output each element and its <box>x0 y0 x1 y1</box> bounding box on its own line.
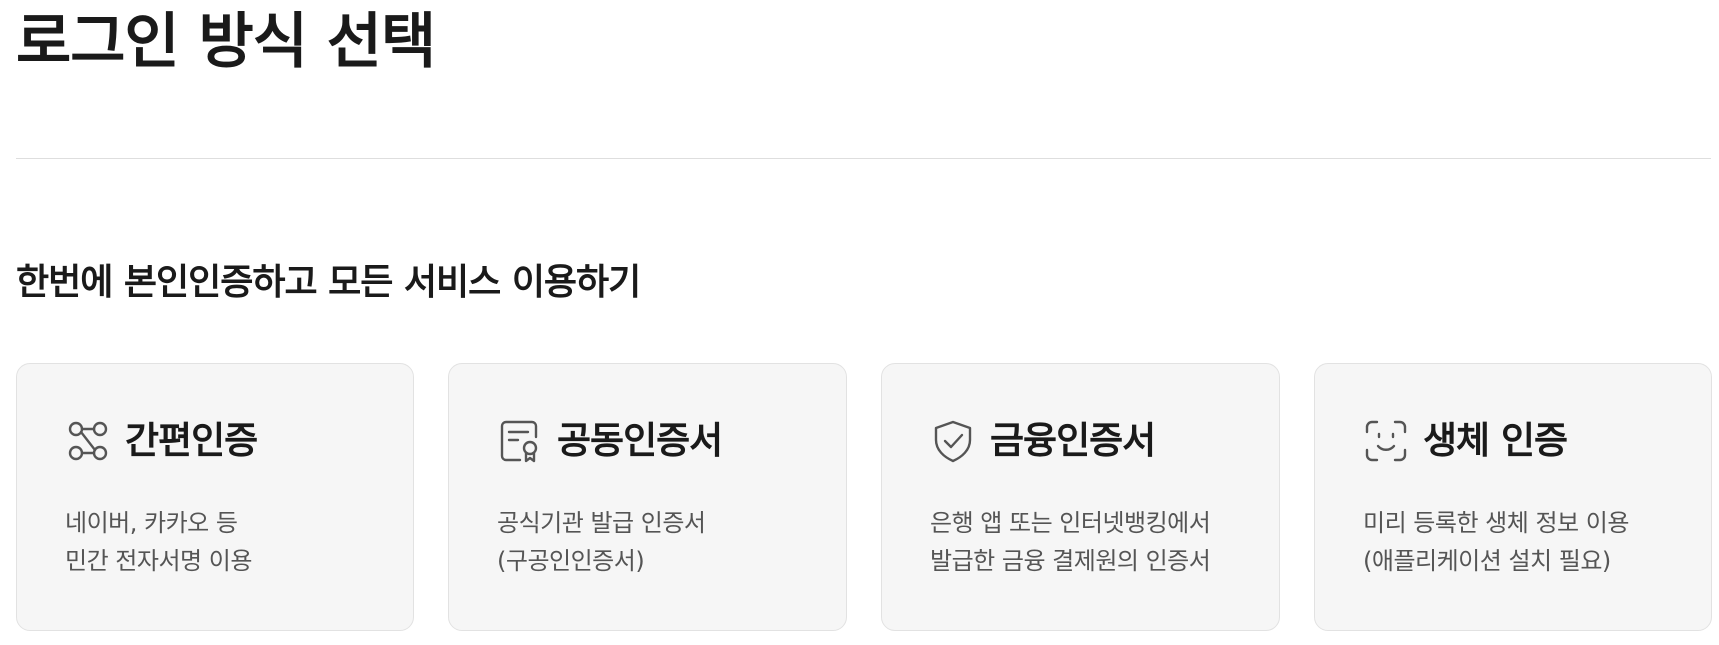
card-header: 공동인증서 <box>497 416 798 466</box>
simple-auth-icon <box>65 418 111 464</box>
joint-certificate-card[interactable]: 공동인증서 공식기관 발급 인증서 (구공인인증서) <box>448 363 847 631</box>
financial-certificate-title: 금융인증서 <box>990 419 1156 462</box>
description-line: 은행 앱 또는 인터넷뱅킹에서 <box>930 509 1211 537</box>
card-header: 간편인증 <box>65 416 365 466</box>
simple-auth-card[interactable]: 간편인증 네이버, 카카오 등 민간 전자서명 이용 <box>16 363 414 631</box>
financial-certificate-description: 은행 앱 또는 인터넷뱅킹에서 발급한 금융 결제원의 인증서 <box>930 504 1231 580</box>
biometric-auth-card[interactable]: 생체 인증 미리 등록한 생체 정보 이용 (애플리케이션 설치 필요) <box>1314 363 1712 631</box>
section-heading: 한번에 본인인증하고 모든 서비스 이용하기 <box>16 262 641 303</box>
page-title: 로그인 방식 선택 <box>16 7 436 77</box>
description-line: 미리 등록한 생체 정보 이용 <box>1363 509 1629 537</box>
login-method-page: 로그인 방식 선택 한번에 본인인증하고 모든 서비스 이용하기 간편인증 네이… <box>0 0 1719 645</box>
description-line: 공식기관 발급 인증서 <box>497 509 706 537</box>
description-line: 민간 전자서명 이용 <box>65 547 252 575</box>
card-header: 금융인증서 <box>930 416 1231 466</box>
financial-certificate-card[interactable]: 금융인증서 은행 앱 또는 인터넷뱅킹에서 발급한 금융 결제원의 인증서 <box>881 363 1280 631</box>
title-divider <box>16 158 1711 159</box>
simple-auth-description: 네이버, 카카오 등 민간 전자서명 이용 <box>65 504 365 580</box>
card-header: 생체 인증 <box>1363 416 1663 466</box>
biometric-auth-description: 미리 등록한 생체 정보 이용 (애플리케이션 설치 필요) <box>1363 504 1663 580</box>
shield-check-icon <box>930 418 976 464</box>
joint-certificate-description: 공식기관 발급 인증서 (구공인인증서) <box>497 504 798 580</box>
description-line: (애플리케이션 설치 필요) <box>1363 547 1611 575</box>
description-line: 네이버, 카카오 등 <box>65 509 238 537</box>
face-scan-icon <box>1363 418 1409 464</box>
simple-auth-title: 간편인증 <box>125 419 258 462</box>
description-line: (구공인인증서) <box>497 547 645 575</box>
certificate-icon <box>497 418 543 464</box>
joint-certificate-title: 공동인증서 <box>557 419 723 462</box>
description-line: 발급한 금융 결제원의 인증서 <box>930 547 1211 575</box>
biometric-auth-title: 생체 인증 <box>1423 419 1568 462</box>
login-method-cards: 간편인증 네이버, 카카오 등 민간 전자서명 이용 공동인증서 공식기관 발급… <box>16 363 1712 631</box>
